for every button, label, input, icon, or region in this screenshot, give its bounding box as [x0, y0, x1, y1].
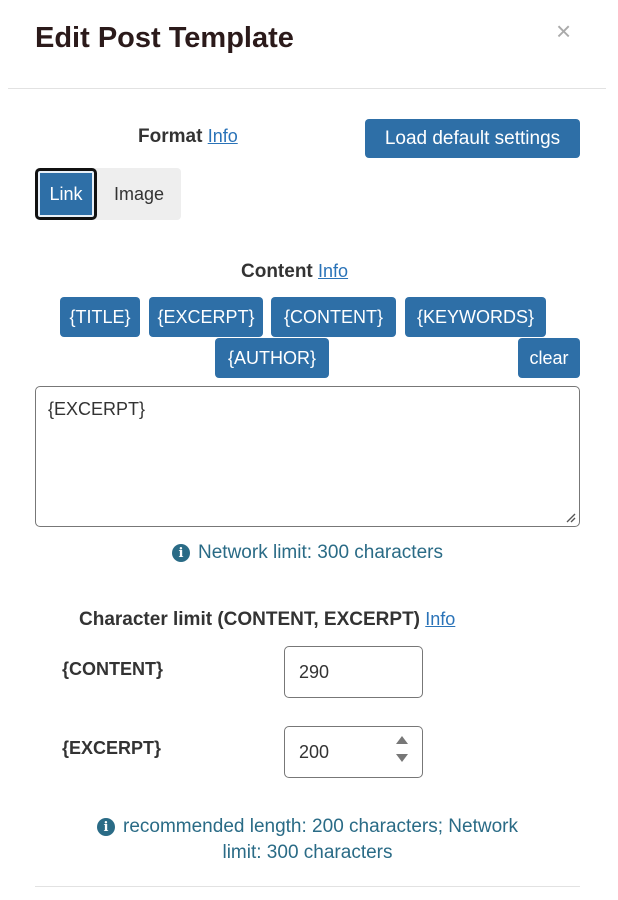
content-textarea-value: {EXCERPT}: [48, 399, 146, 419]
format-label: Format: [138, 126, 203, 147]
excerpt-spinner: [396, 736, 408, 762]
content-limit-input[interactable]: 290: [284, 646, 423, 698]
load-default-settings-button[interactable]: Load default settings: [365, 119, 580, 158]
excerpt-limit-input[interactable]: 200: [284, 726, 423, 778]
format-option-image[interactable]: Image: [97, 168, 181, 220]
excerpt-limit-value: 200: [299, 741, 330, 762]
char-limit-label: Character limit (CONTENT, EXCERPT): [79, 609, 420, 630]
content-info-link[interactable]: Info: [318, 261, 348, 281]
header-divider: [8, 88, 606, 89]
content-label: Content: [241, 261, 313, 282]
content-textarea[interactable]: {EXCERPT}: [35, 386, 580, 527]
recommended-text-1: recommended length: 200 characters; Netw…: [123, 816, 518, 837]
tag-content-button[interactable]: {CONTENT}: [271, 297, 396, 337]
tag-author-button[interactable]: {AUTHOR}: [215, 338, 329, 378]
tag-excerpt-button[interactable]: {EXCERPT}: [149, 297, 263, 337]
info-circle-icon: i: [172, 544, 191, 562]
recommended-line-1: i recommended length: 200 characters; Ne…: [97, 816, 518, 838]
spin-up-icon[interactable]: [396, 736, 408, 744]
format-label-group: Format Info: [138, 126, 238, 148]
network-limit-text: Network limit: 300 characters: [198, 542, 443, 563]
tag-title-button[interactable]: {TITLE}: [60, 297, 140, 337]
info-circle-icon: i: [97, 818, 115, 836]
resize-handle-icon[interactable]: [566, 513, 576, 523]
modal-title: Edit Post Template: [35, 22, 294, 54]
char-limit-label-group: Character limit (CONTENT, EXCERPT) Info: [79, 609, 455, 631]
recommended-text-2: limit: 300 characters: [222, 842, 393, 863]
format-toggle: Link Image: [35, 168, 181, 220]
content-limit-label: {CONTENT}: [62, 659, 164, 679]
recommended-length-note: i recommended length: 200 characters; Ne…: [35, 810, 580, 870]
footer-divider: [35, 886, 580, 887]
spin-down-icon[interactable]: [396, 754, 408, 762]
format-info-link[interactable]: Info: [208, 126, 238, 146]
content-label-group: Content Info: [241, 261, 348, 283]
network-limit-note: i Network limit: 300 characters: [35, 540, 580, 566]
char-limit-info-link[interactable]: Info: [425, 609, 455, 629]
tag-keywords-button[interactable]: {KEYWORDS}: [405, 297, 546, 337]
clear-button[interactable]: clear: [518, 338, 580, 378]
content-limit-value: 290: [299, 661, 330, 682]
excerpt-limit-label: {EXCERPT}: [62, 738, 162, 758]
format-option-link[interactable]: Link: [35, 168, 97, 220]
close-icon[interactable]: ×: [556, 18, 571, 44]
